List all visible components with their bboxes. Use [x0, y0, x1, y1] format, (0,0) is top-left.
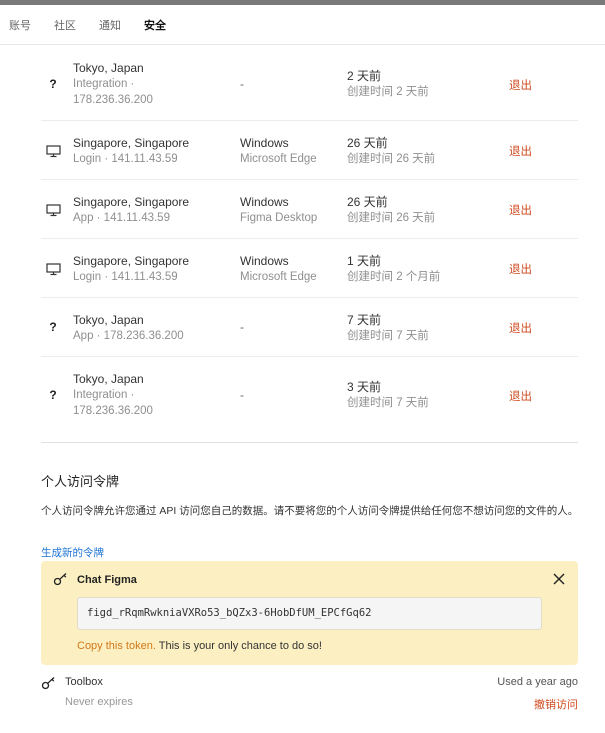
- question-icon: ?: [49, 388, 57, 402]
- session-row: Singapore, Singapore Login · 141.11.43.5…: [41, 121, 578, 180]
- desktop-icon: [45, 144, 61, 158]
- token-note: Copy this token. This is your only chanc…: [77, 640, 322, 652]
- session-list: ? Tokyo, Japan Integration · 178.236.36.…: [41, 50, 578, 433]
- section-title: 个人访问令牌: [41, 474, 120, 489]
- session-row: ? Tokyo, Japan Integration · 178.236.36.…: [41, 50, 578, 121]
- session-detail: Integration ·: [73, 78, 135, 90]
- question-icon: ?: [49, 77, 57, 91]
- session-created: 创建时间 7 天前: [347, 397, 429, 409]
- session-device-app: Microsoft Edge: [240, 271, 317, 283]
- logout-button[interactable]: 退出: [509, 143, 532, 159]
- logout-button[interactable]: 退出: [509, 261, 532, 277]
- session-location: Singapore, Singapore: [73, 254, 190, 268]
- generate-token-link[interactable]: 生成新的令牌: [41, 545, 104, 560]
- session-ip: 178.236.36.200: [73, 94, 153, 106]
- session-device-app: Microsoft Edge: [240, 153, 317, 165]
- token-name: Toolbox: [65, 676, 103, 688]
- tab-notifications[interactable]: 通知: [99, 17, 121, 33]
- session-location: Tokyo, Japan: [73, 61, 144, 75]
- session-device-os: Windows: [240, 254, 289, 268]
- session-row: Singapore, Singapore Login · 141.11.43.5…: [41, 239, 578, 298]
- session-last-active: 26 天前: [347, 136, 388, 150]
- session-device-os: Windows: [240, 136, 289, 150]
- token-name: Chat Figma: [77, 574, 137, 586]
- session-location: Tokyo, Japan: [73, 372, 144, 386]
- session-created: 创建时间 7 天前: [347, 330, 429, 342]
- tab-account[interactable]: 账号: [9, 17, 31, 33]
- session-last-active: 3 天前: [347, 380, 382, 394]
- session-last-active: 1 天前: [347, 254, 382, 268]
- logout-button[interactable]: 退出: [509, 388, 532, 404]
- key-icon: [53, 572, 69, 589]
- question-icon: ?: [49, 320, 57, 334]
- session-detail: Integration ·: [73, 389, 135, 401]
- section-description: 个人访问令牌允许您通过 API 访问您自己的数据。请不要将您的个人访问令牌提供给…: [41, 505, 579, 517]
- settings-tabs: 账号 社区 通知 安全: [0, 5, 605, 45]
- session-row: ? Tokyo, Japan Integration · 178.236.36.…: [41, 357, 578, 433]
- session-created: 创建时间 26 天前: [347, 212, 436, 224]
- session-last-active: 7 天前: [347, 313, 382, 327]
- session-last-active: 2 天前: [347, 69, 382, 83]
- token-last-used: Used a year ago: [497, 676, 578, 688]
- session-ip: 178.236.36.200: [73, 405, 153, 417]
- token-value-field[interactable]: figd_rRqmRwkniaVXRo53_bQZx3-6HobDfUM_EPC…: [77, 597, 542, 630]
- session-device-app: Figma Desktop: [240, 212, 318, 224]
- logout-button[interactable]: 退出: [509, 320, 532, 336]
- key-icon: [41, 676, 57, 693]
- session-device-os: -: [240, 77, 244, 91]
- session-last-active: 26 天前: [347, 195, 388, 209]
- desktop-icon: [45, 262, 61, 276]
- session-created: 创建时间 2 天前: [347, 86, 429, 98]
- desktop-icon: [45, 203, 61, 217]
- session-device-os: Windows: [240, 195, 289, 209]
- token-warning: This is your only chance to do so!: [155, 640, 322, 652]
- copy-token-link[interactable]: Copy this token.: [77, 640, 156, 652]
- new-token-card: Chat Figma figd_rRqmRwkniaVXRo53_bQZx3-6…: [41, 561, 578, 665]
- session-location: Singapore, Singapore: [73, 136, 190, 150]
- session-detail: App · 141.11.43.59: [73, 212, 170, 224]
- session-row: Singapore, Singapore App · 141.11.43.59 …: [41, 180, 578, 239]
- session-detail: Login · 141.11.43.59: [73, 153, 178, 165]
- session-created: 创建时间 2 个月前: [347, 271, 441, 283]
- token-list-item: Toolbox Never expires Used a year ago 撤销…: [41, 675, 578, 715]
- tab-security[interactable]: 安全: [144, 17, 166, 33]
- session-device-os: -: [240, 320, 244, 334]
- close-icon[interactable]: [552, 572, 566, 586]
- token-expiry: Never expires: [65, 696, 133, 708]
- session-detail: Login · 141.11.43.59: [73, 271, 178, 283]
- logout-button[interactable]: 退出: [509, 77, 532, 93]
- section-divider: [41, 442, 578, 443]
- logout-button[interactable]: 退出: [509, 202, 532, 218]
- tab-community[interactable]: 社区: [54, 17, 76, 33]
- session-detail: App · 178.236.36.200: [73, 330, 184, 342]
- session-row: ? Tokyo, Japan App · 178.236.36.200 - 7 …: [41, 298, 578, 357]
- session-location: Singapore, Singapore: [73, 195, 190, 209]
- session-device-os: -: [240, 388, 244, 402]
- session-location-block: Tokyo, Japan Integration · 178.236.36.20…: [73, 60, 263, 108]
- session-location: Tokyo, Japan: [73, 313, 144, 327]
- session-created: 创建时间 26 天前: [347, 153, 436, 165]
- revoke-access-button[interactable]: 撤销访问: [534, 696, 578, 712]
